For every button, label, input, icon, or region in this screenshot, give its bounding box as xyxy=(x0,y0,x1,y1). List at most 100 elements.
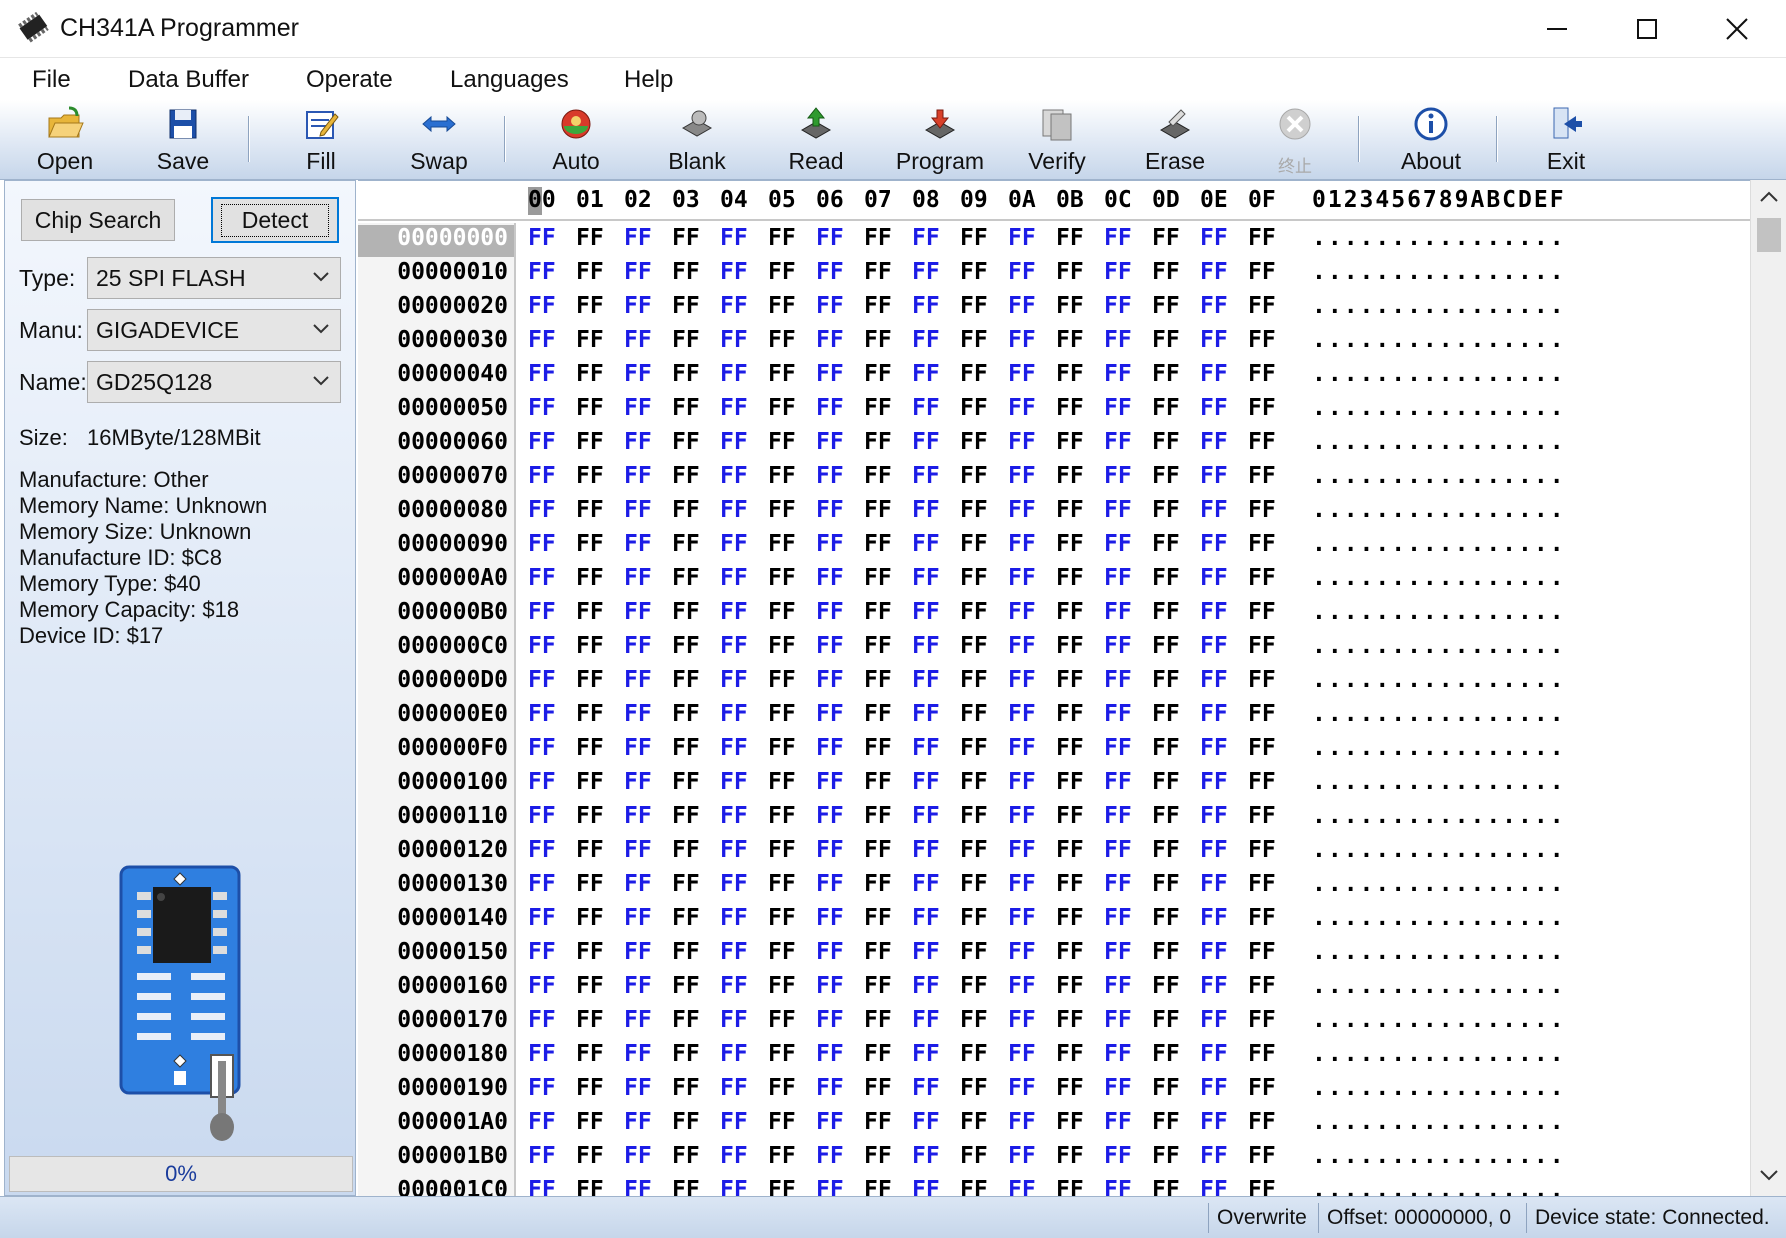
hex-byte-cell[interactable]: FF xyxy=(1152,463,1180,489)
hex-byte-cell[interactable]: FF xyxy=(576,531,604,557)
hex-byte-cell[interactable]: FF xyxy=(1056,1075,1084,1101)
hex-byte-cell[interactable]: FF xyxy=(864,395,892,421)
hex-byte-cell[interactable]: FF xyxy=(912,973,940,999)
hex-byte-cell[interactable]: FF xyxy=(720,1075,748,1101)
hex-byte-cell[interactable]: FF xyxy=(720,531,748,557)
hex-byte-cell[interactable]: FF xyxy=(720,361,748,387)
hex-byte-cell[interactable]: FF xyxy=(912,463,940,489)
hex-byte-cell[interactable]: FF xyxy=(1008,327,1036,353)
hex-byte-cell[interactable]: FF xyxy=(1104,905,1132,931)
hex-byte-cell[interactable]: FF xyxy=(960,599,988,625)
hex-byte-cell[interactable]: FF xyxy=(864,1007,892,1033)
ascii-cell[interactable]: ................ xyxy=(1312,293,1566,319)
hex-byte-cell[interactable]: FF xyxy=(1248,905,1276,931)
hex-byte-cell[interactable]: FF xyxy=(960,259,988,285)
hex-byte-cell[interactable]: FF xyxy=(1248,463,1276,489)
hex-byte-cell[interactable]: FF xyxy=(816,735,844,761)
hex-byte-cell[interactable]: FF xyxy=(1104,395,1132,421)
hex-byte-cell[interactable]: FF xyxy=(960,803,988,829)
hex-byte-cell[interactable]: FF xyxy=(672,1041,700,1067)
menu-languages[interactable]: Languages xyxy=(450,66,569,94)
hex-byte-cell[interactable]: FF xyxy=(672,973,700,999)
hex-byte-cell[interactable]: FF xyxy=(1248,293,1276,319)
hex-byte-cell[interactable]: FF xyxy=(768,1041,796,1067)
hex-byte-cell[interactable]: FF xyxy=(576,1177,604,1196)
hex-byte-cell[interactable]: FF xyxy=(816,531,844,557)
hex-byte-cell[interactable]: FF xyxy=(1008,225,1036,251)
hex-row[interactable]: 00000030 FF FF FF FF FF FF FF FF FF FF FF FF FF FF FF FF… xyxy=(358,327,1718,361)
verify-button[interactable]: Verify xyxy=(1020,102,1094,178)
hex-byte-cell[interactable]: FF xyxy=(1152,1143,1180,1169)
hex-byte-cell[interactable]: FF xyxy=(1200,939,1228,965)
hex-byte-cell[interactable]: FF xyxy=(864,1041,892,1067)
hex-byte-cell[interactable]: FF xyxy=(1008,735,1036,761)
hex-byte-cell[interactable]: FF xyxy=(768,1109,796,1135)
hex-row[interactable]: 00000130 FF FF FF FF FF FF FF FF FF FF FF FF FF FF FF FF… xyxy=(358,871,1718,905)
hex-byte-cell[interactable]: FF xyxy=(1200,769,1228,795)
hex-byte-cell[interactable]: FF xyxy=(720,939,748,965)
hex-byte-cell[interactable]: FF xyxy=(528,395,556,421)
hex-byte-cell[interactable]: FF xyxy=(576,395,604,421)
hex-byte-cell[interactable]: FF xyxy=(960,1109,988,1135)
hex-byte-cell[interactable]: FF xyxy=(1056,361,1084,387)
hex-byte-cell[interactable]: FF xyxy=(1200,599,1228,625)
hex-byte-cell[interactable]: FF xyxy=(768,395,796,421)
hex-byte-cell[interactable]: FF xyxy=(768,259,796,285)
hex-byte-cell[interactable]: FF xyxy=(1200,667,1228,693)
hex-byte-cell[interactable]: FF xyxy=(1200,293,1228,319)
hex-byte-cell[interactable]: FF xyxy=(1104,701,1132,727)
hex-byte-cell[interactable]: FF xyxy=(1248,1007,1276,1033)
hex-byte-cell[interactable]: FF xyxy=(912,395,940,421)
hex-byte-cell[interactable]: FF xyxy=(816,293,844,319)
hex-byte-cell[interactable]: FF xyxy=(1200,1109,1228,1135)
hex-byte-cell[interactable]: FF xyxy=(1104,871,1132,897)
hex-byte-cell[interactable]: FF xyxy=(1152,429,1180,455)
hex-byte-cell[interactable]: FF xyxy=(768,837,796,863)
hex-byte-cell[interactable]: FF xyxy=(672,599,700,625)
hex-byte-cell[interactable]: FF xyxy=(912,633,940,659)
hex-byte-cell[interactable]: FF xyxy=(1200,429,1228,455)
hex-byte-cell[interactable]: FF xyxy=(1152,769,1180,795)
hex-byte-cell[interactable]: FF xyxy=(1056,803,1084,829)
hex-byte-cell[interactable]: FF xyxy=(768,1075,796,1101)
hex-byte-cell[interactable]: FF xyxy=(1008,803,1036,829)
hex-byte-cell[interactable]: FF xyxy=(816,871,844,897)
hex-byte-cell[interactable]: FF xyxy=(624,633,652,659)
hex-row[interactable]: 00000140 FF FF FF FF FF FF FF FF FF FF FF FF FF FF FF FF… xyxy=(358,905,1718,939)
hex-byte-cell[interactable]: FF xyxy=(1248,565,1276,591)
hex-byte-cell[interactable]: FF xyxy=(672,1075,700,1101)
hex-byte-cell[interactable]: FF xyxy=(960,463,988,489)
hex-byte-cell[interactable]: FF xyxy=(576,429,604,455)
hex-byte-cell[interactable]: FF xyxy=(1008,905,1036,931)
hex-byte-cell[interactable]: FF xyxy=(1008,633,1036,659)
hex-byte-cell[interactable]: FF xyxy=(624,667,652,693)
ascii-cell[interactable]: ................ xyxy=(1312,599,1566,625)
ascii-cell[interactable]: ................ xyxy=(1312,225,1566,251)
hex-byte-cell[interactable]: FF xyxy=(960,497,988,523)
hex-byte-cell[interactable]: FF xyxy=(864,259,892,285)
hex-row[interactable]: 000000E0 FF FF FF FF FF FF FF FF FF FF FF FF FF FF FF FF… xyxy=(358,701,1718,735)
ascii-cell[interactable]: ................ xyxy=(1312,803,1566,829)
hex-byte-cell[interactable]: FF xyxy=(720,633,748,659)
ascii-cell[interactable]: ................ xyxy=(1312,1143,1566,1169)
hex-byte-cell[interactable]: FF xyxy=(816,361,844,387)
hex-byte-cell[interactable]: FF xyxy=(1248,735,1276,761)
hex-byte-cell[interactable]: FF xyxy=(1152,735,1180,761)
minimize-button[interactable] xyxy=(1512,0,1602,58)
hex-byte-cell[interactable]: FF xyxy=(720,1109,748,1135)
hex-byte-cell[interactable]: FF xyxy=(624,429,652,455)
hex-byte-cell[interactable]: FF xyxy=(1248,837,1276,863)
hex-byte-cell[interactable]: FF xyxy=(528,701,556,727)
hex-byte-cell[interactable]: FF xyxy=(720,1143,748,1169)
hex-byte-cell[interactable]: FF xyxy=(672,871,700,897)
hex-byte-cell[interactable]: FF xyxy=(1104,1109,1132,1135)
hex-byte-cell[interactable]: FF xyxy=(576,565,604,591)
hex-byte-cell[interactable]: FF xyxy=(1248,225,1276,251)
hex-byte-cell[interactable]: FF xyxy=(960,1143,988,1169)
hex-byte-cell[interactable]: FF xyxy=(816,1007,844,1033)
hex-byte-cell[interactable]: FF xyxy=(960,1075,988,1101)
hex-byte-cell[interactable]: FF xyxy=(528,871,556,897)
scroll-up-icon[interactable] xyxy=(1759,190,1779,204)
ascii-cell[interactable]: ................ xyxy=(1312,1177,1566,1196)
hex-byte-cell[interactable]: FF xyxy=(864,871,892,897)
